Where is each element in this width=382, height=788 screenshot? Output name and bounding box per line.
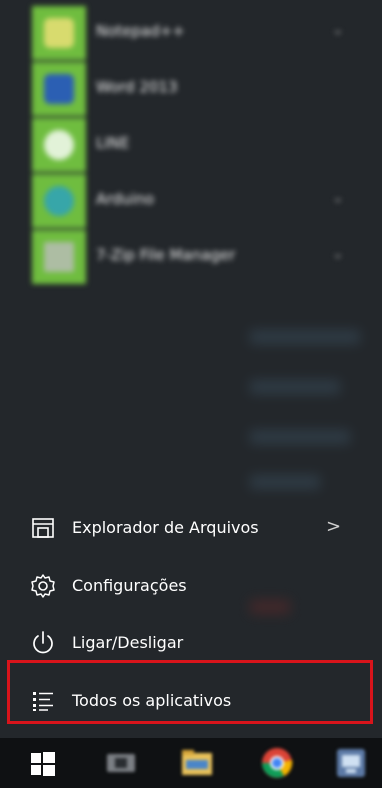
app-name: 7-Zip File Manager [96,246,236,264]
list-item[interactable]: 7-Zip File Manager ⌄ [32,230,362,286]
chevron-right-icon[interactable]: > [326,516,341,537]
app-name: LINE [96,134,130,152]
chevron-down-icon[interactable]: ⌄ [332,190,344,206]
word-icon [32,62,86,116]
highlight-box [7,660,373,724]
file-explorer-label: Explorador de Arquivos [72,518,259,537]
list-item[interactable]: Arduino ⌄ [32,174,362,230]
windows-logo-icon [31,752,55,776]
settings-label: Configurações [72,576,187,595]
seven-zip-icon [32,230,86,284]
app-name: Arduino [96,190,155,208]
settings-button[interactable]: Configurações [8,561,378,611]
start-button[interactable] [30,751,56,777]
taskbar [0,738,382,788]
line-icon [32,118,86,172]
file-explorer-button[interactable]: Explorador de Arquivos > [8,503,378,553]
list-item[interactable]: Notepad++ ⌄ [32,6,362,62]
app-list: Notepad++ ⌄ Word 2013 LINE Arduino ⌄ 7-Z… [0,0,382,300]
chrome-icon[interactable] [260,746,294,780]
list-item[interactable]: LINE [32,118,362,174]
start-menu: Notepad++ ⌄ Word 2013 LINE Arduino ⌄ 7-Z… [0,0,382,738]
folder-icon [30,515,56,541]
power-label: Ligar/Desligar [72,633,184,652]
power-icon [30,630,56,656]
pinned-app-icon[interactable] [334,746,368,780]
arduino-icon [32,174,86,228]
list-item[interactable]: Word 2013 [32,62,362,118]
notepad-plus-icon [32,6,86,60]
chevron-down-icon[interactable]: ⌄ [332,246,344,262]
chevron-down-icon[interactable]: ⌄ [332,22,344,38]
app-name: Notepad++ [96,22,185,40]
task-view-icon[interactable] [104,746,138,780]
gear-icon [30,573,56,599]
file-explorer-icon[interactable] [180,746,214,780]
app-name: Word 2013 [96,78,178,96]
